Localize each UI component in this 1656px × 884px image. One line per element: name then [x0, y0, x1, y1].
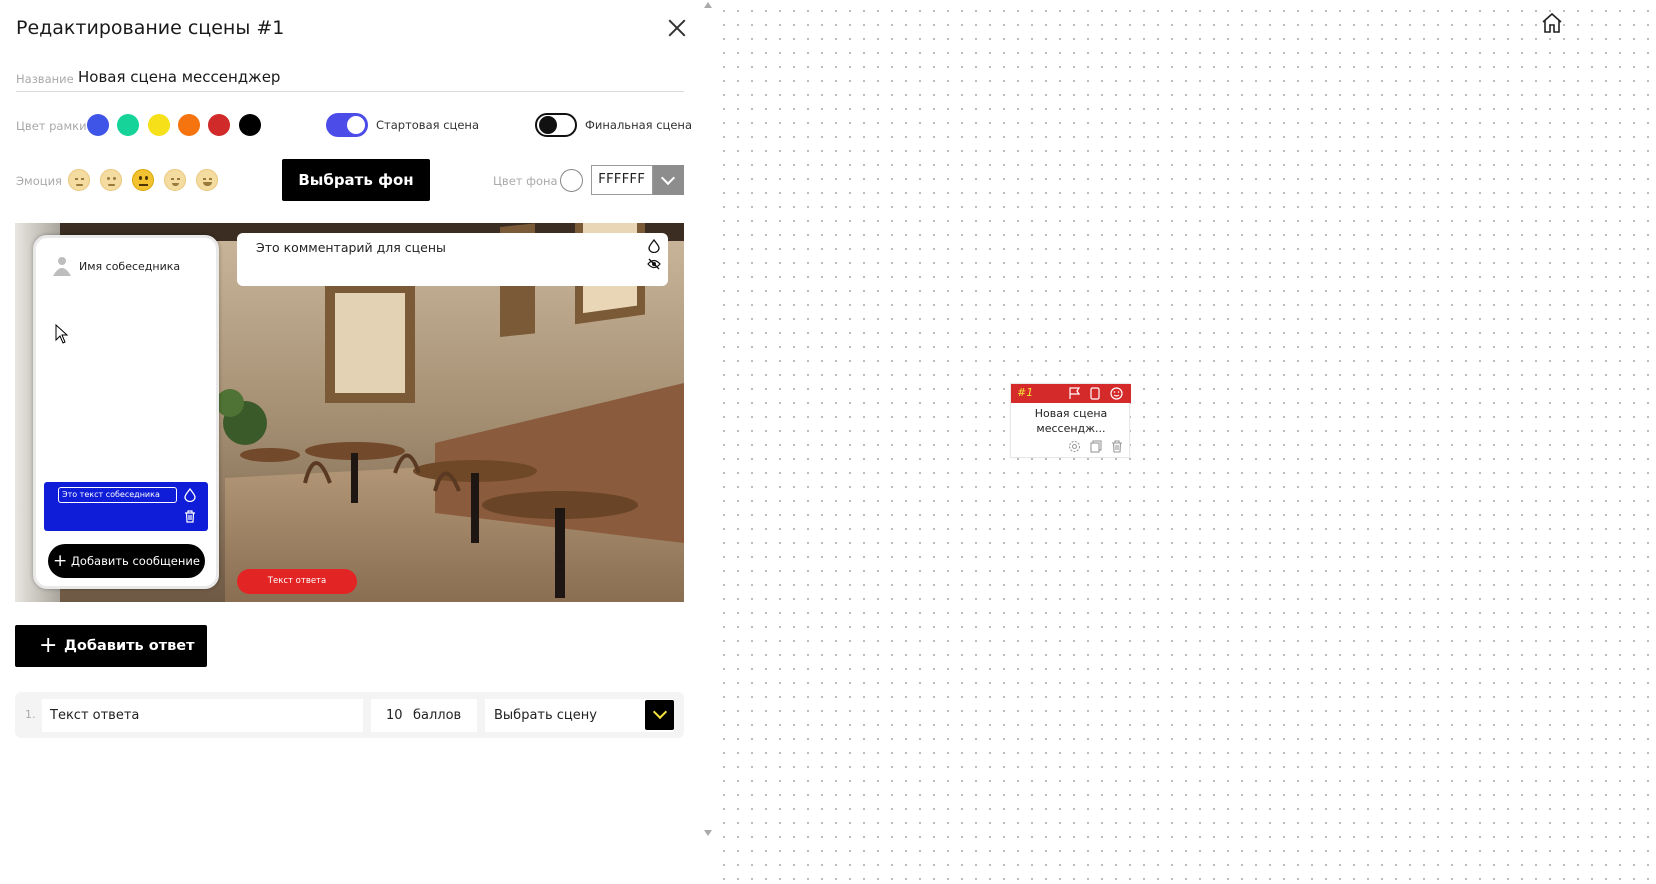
choose-background-button[interactable]: Выбрать фон: [282, 159, 430, 201]
bg-color-hex-input[interactable]: FFFFFF: [591, 165, 653, 195]
smile-face-icon[interactable]: [164, 169, 186, 191]
frame-color-yellow[interactable]: [148, 114, 170, 136]
drop-icon[interactable]: [184, 488, 196, 502]
final-scene-toggle[interactable]: [535, 113, 577, 137]
add-message-button[interactable]: + Добавить сообщение: [48, 544, 205, 578]
answer-score-unit: баллов: [413, 708, 462, 723]
frame-color-label: Цвет рамки: [16, 119, 87, 133]
frame-color-red[interactable]: [208, 114, 230, 136]
answer-row: 1. Текст ответа 10 баллов Выбрать сцену: [15, 692, 684, 738]
frame-color-orange[interactable]: [178, 114, 200, 136]
avatar-icon: [53, 257, 71, 276]
scene-editor-panel: Редактирование сцены #1 Название Новая с…: [0, 0, 704, 884]
home-icon[interactable]: [1541, 12, 1563, 34]
smile-icon: [1110, 387, 1123, 400]
gear-icon[interactable]: [1068, 440, 1081, 453]
frame-color-black[interactable]: [239, 114, 261, 136]
drop-icon[interactable]: [648, 239, 660, 253]
scene-graph-canvas[interactable]: #1 Новая сцена мессендж...: [713, 0, 1656, 884]
plus-icon: +: [53, 551, 68, 571]
answer-scene-select[interactable]: Выбрать сцену: [485, 699, 674, 732]
scene-preview: Имя собеседника Это текст собеседника + …: [15, 223, 684, 602]
scroll-down-arrow[interactable]: [704, 830, 712, 836]
answer-scene-placeholder: Выбрать сцену: [494, 708, 597, 723]
phone-icon: [1090, 387, 1100, 400]
contact-name: Имя собеседника: [79, 260, 181, 273]
trash-icon[interactable]: [184, 510, 196, 523]
flag-icon: [1069, 387, 1081, 399]
chevron-down-icon[interactable]: [653, 165, 684, 195]
answer-score-input[interactable]: 10 баллов: [371, 699, 477, 732]
chevron-down-icon[interactable]: [645, 700, 674, 730]
scene-name-field[interactable]: Название Новая сцена мессенджер: [16, 68, 684, 92]
answer-pill[interactable]: Текст ответа: [237, 569, 357, 594]
emotion-label: Эмоция: [16, 174, 62, 188]
message-text-input[interactable]: Это текст собеседника: [58, 487, 177, 503]
answer-score-value: 10: [386, 708, 403, 723]
scene-comment-box[interactable]: Это комментарий для сцены: [237, 233, 668, 286]
start-scene-toggle[interactable]: [326, 113, 368, 137]
add-answer-button[interactable]: + Добавить ответ: [15, 625, 207, 667]
scene-node-title: Новая сцена мессендж...: [1034, 407, 1108, 435]
frame-color-green[interactable]: [117, 114, 139, 136]
frame-color-blue[interactable]: [87, 114, 109, 136]
plus-icon: +: [39, 633, 58, 658]
scroll-up-arrow[interactable]: [704, 2, 712, 8]
scene-node[interactable]: #1 Новая сцена мессендж...: [1010, 383, 1131, 458]
scene-name-input[interactable]: Новая сцена мессенджер: [78, 68, 280, 86]
bg-color-preview[interactable]: [560, 169, 583, 192]
answer-text-input[interactable]: Текст ответа: [42, 699, 363, 732]
crying-face-icon[interactable]: [68, 169, 90, 191]
copy-icon[interactable]: [1090, 440, 1102, 453]
eye-off-icon[interactable]: [647, 258, 661, 270]
sad-face-icon[interactable]: [100, 169, 122, 191]
mouse-cursor-icon: [55, 324, 69, 344]
editor-title: Редактирование сцены #1: [16, 17, 285, 39]
final-scene-label: Финальная сцена: [585, 118, 692, 132]
add-answer-label: Добавить ответ: [64, 638, 195, 654]
scene-node-id: #1: [1017, 386, 1034, 399]
contact-message-bubble: Это текст собеседника: [44, 482, 208, 531]
neutral-face-icon[interactable]: [132, 169, 154, 191]
answer-number: 1.: [25, 708, 36, 721]
add-message-label: Добавить сообщение: [70, 554, 200, 568]
grin-face-icon[interactable]: [196, 169, 218, 191]
trash-icon[interactable]: [1111, 440, 1123, 453]
scene-comment-text: Это комментарий для сцены: [256, 240, 446, 255]
scene-name-label: Название: [16, 72, 74, 86]
messenger-phone-mockup: Имя собеседника Это текст собеседника + …: [33, 235, 219, 589]
scene-node-header: #1: [1011, 384, 1131, 403]
bg-color-label: Цвет фона: [493, 174, 558, 188]
start-scene-label: Стартовая сцена: [376, 118, 480, 132]
close-icon[interactable]: [667, 18, 687, 38]
